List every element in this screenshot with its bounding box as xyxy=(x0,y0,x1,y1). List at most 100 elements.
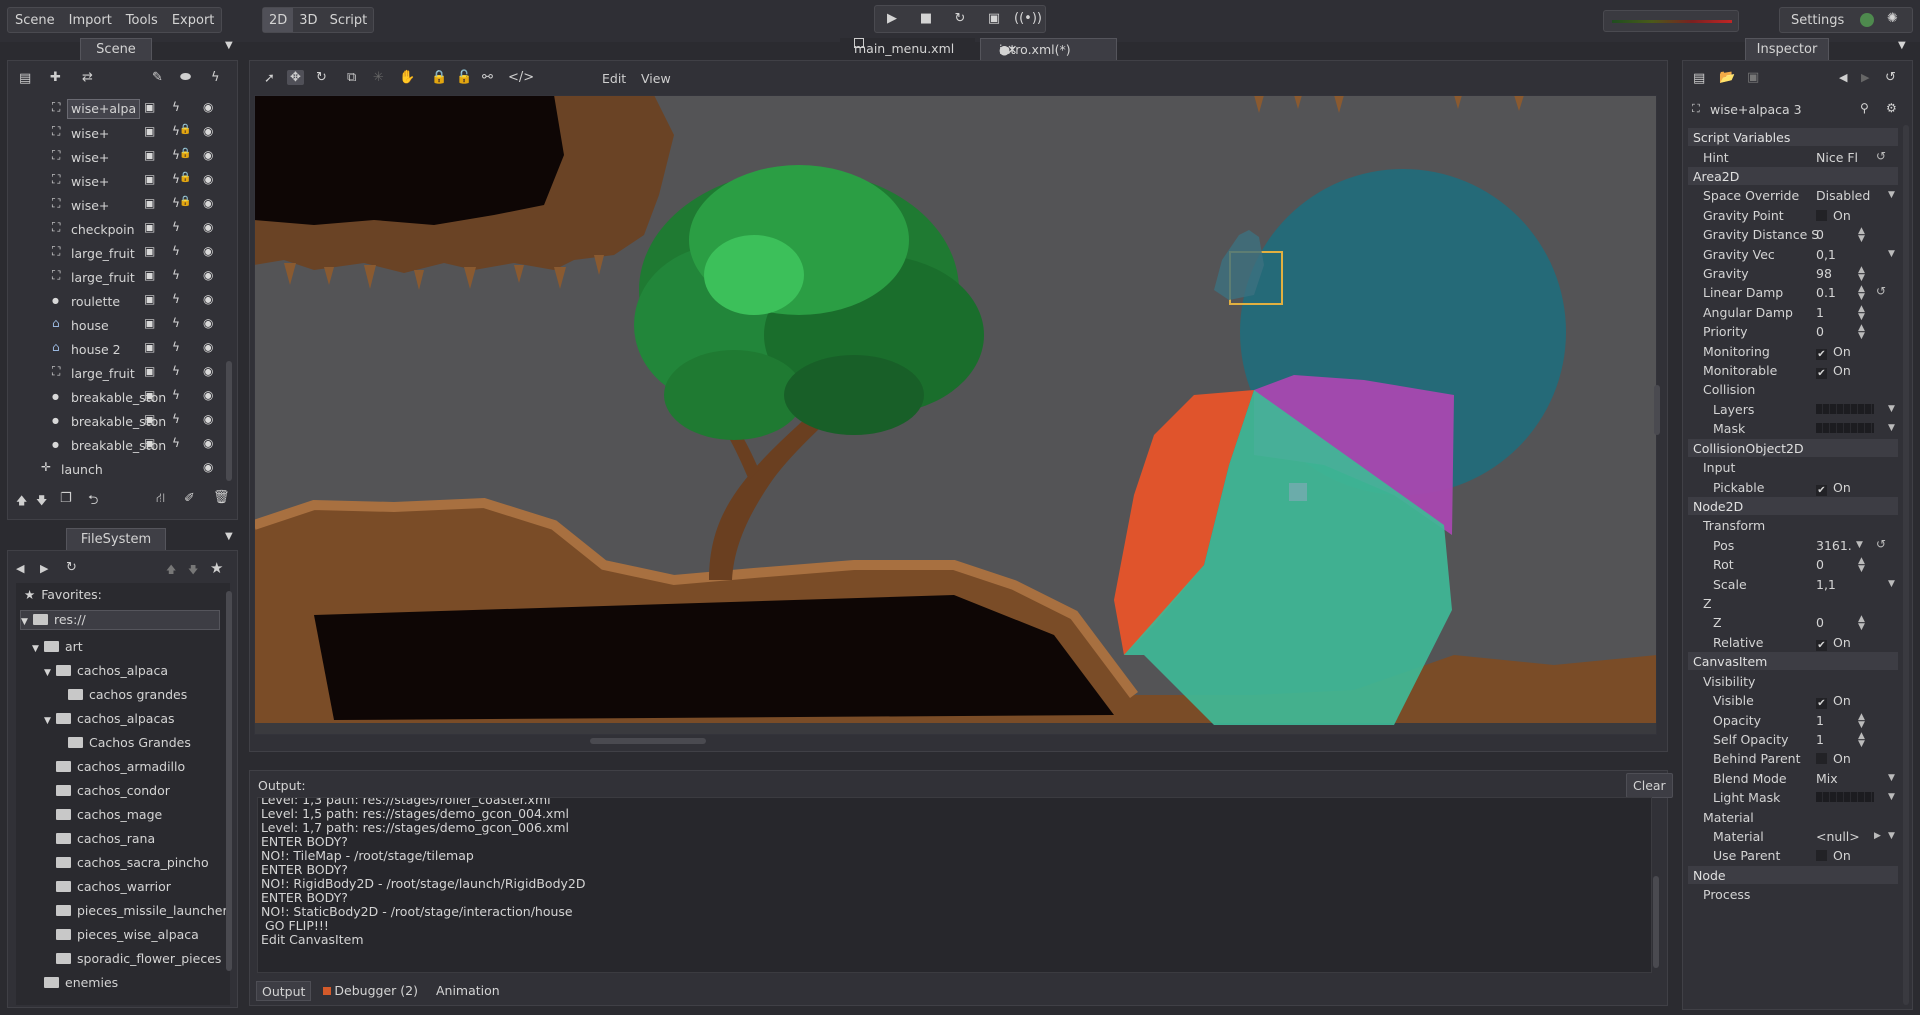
bones-icon[interactable]: ⚯ xyxy=(482,70,493,85)
scene-tree-node[interactable]: ⌂ house 2 ▣ ϟ ◉ xyxy=(8,337,228,361)
property-value[interactable]: Mix xyxy=(1816,771,1838,786)
checkbox[interactable]: ✔ xyxy=(1816,368,1827,379)
instance-icon[interactable]: ▣ xyxy=(144,364,155,378)
filesystem-scrollbar[interactable] xyxy=(226,591,232,971)
edit-menu[interactable]: Edit xyxy=(602,71,626,86)
scene-tree-node[interactable]: ● breakable_ston ▣ ϟ ◉ xyxy=(8,385,228,409)
scene-tree-scrollbar[interactable] xyxy=(226,361,232,481)
reset-icon[interactable]: ↺ xyxy=(1876,537,1886,551)
snap-icon[interactable]: ⧉ xyxy=(347,70,356,85)
instance-icon[interactable]: ▣ xyxy=(144,220,155,234)
visibility-eye-icon[interactable]: ◉ xyxy=(203,412,213,426)
property-value[interactable]: ✔ On xyxy=(1816,344,1851,360)
scene-tree-node[interactable]: ✛ launch ◉ xyxy=(8,457,228,477)
gear-icon[interactable]: ✺ xyxy=(1887,11,1898,26)
scene-tree-node[interactable]: ⛶ wise+alpa ▣ ϟ ◉ xyxy=(8,97,228,121)
history-forward-icon[interactable]: ▶ xyxy=(1861,71,1869,84)
checkbox[interactable]: ✔ xyxy=(1816,639,1827,651)
filesystem-panel-tab[interactable]: FileSystem xyxy=(66,528,166,550)
mode-script-button[interactable]: Script xyxy=(324,8,374,32)
property-value[interactable]: On xyxy=(1816,848,1851,863)
property-value[interactable]: Nice Fl xyxy=(1816,150,1858,165)
signal-icon[interactable]: ϟ xyxy=(172,340,180,354)
signal-icon[interactable]: ϟ xyxy=(172,244,180,258)
lock-icon[interactable]: 🔒 xyxy=(179,172,191,183)
dropdown-arrow-icon[interactable]: ▼ xyxy=(1888,831,1895,841)
property-value[interactable]: Disabled xyxy=(1816,188,1870,203)
visibility-eye-icon[interactable]: ◉ xyxy=(203,316,213,330)
instance-icon[interactable]: ▣ xyxy=(144,244,155,258)
file-tree-item[interactable]: ▼ cachos_alpaca xyxy=(44,659,168,683)
checkbox[interactable] xyxy=(1816,850,1827,862)
instance-icon[interactable]: ▣ xyxy=(144,388,155,402)
signal-icon[interactable]: ϟ xyxy=(172,268,180,282)
edit-icon[interactable]: ✐ xyxy=(184,491,195,506)
spinner-icon[interactable]: ▲ ▼ xyxy=(1858,557,1865,574)
search-icon[interactable]: ⚲ xyxy=(1860,101,1869,115)
visibility-eye-icon[interactable]: ◉ xyxy=(203,124,213,138)
inspector-section[interactable]: Script Variables xyxy=(1688,128,1898,146)
dropdown-arrow-icon[interactable]: ▼ xyxy=(1888,190,1895,200)
viewport-h-scrollbar[interactable] xyxy=(590,738,706,744)
inspector-section[interactable]: Node xyxy=(1688,865,1898,884)
spinner-icon[interactable]: ▲ ▼ xyxy=(1858,285,1865,302)
inspector-section[interactable]: Area2D xyxy=(1688,166,1898,185)
property-value[interactable] xyxy=(1816,421,1874,436)
signal-icon[interactable]: ϟ xyxy=(172,364,180,378)
pan-mode-icon[interactable]: ✋ xyxy=(399,70,415,85)
menu-export[interactable]: Export xyxy=(165,8,222,32)
new-resource-icon[interactable]: ▤ xyxy=(1693,71,1705,86)
file-tree-item[interactable]: cachos_rana xyxy=(44,827,155,851)
remote-debug-icon[interactable]: ((•)) xyxy=(1011,6,1045,32)
instance-icon[interactable]: ▣ xyxy=(144,124,155,138)
menu-tools[interactable]: Tools xyxy=(119,8,165,32)
dropdown-arrow-icon[interactable]: ▼ xyxy=(1888,773,1895,783)
file-tree-item[interactable]: cachos_armadillo xyxy=(44,755,185,779)
visibility-eye-icon[interactable]: ◉ xyxy=(203,268,213,282)
property-value[interactable]: ✔ On xyxy=(1816,635,1851,651)
add-node-icon[interactable]: ✚ xyxy=(50,70,61,85)
visibility-eye-icon[interactable]: ◉ xyxy=(203,292,213,306)
move-up-icon[interactable]: 🡅 xyxy=(16,492,27,511)
forward-icon[interactable]: ▶ xyxy=(40,562,48,575)
tab-debugger[interactable]: Debugger (2) xyxy=(317,981,424,1001)
layer-grid[interactable] xyxy=(1816,792,1874,803)
unlock-icon[interactable]: 🔓 xyxy=(456,70,472,85)
property-value[interactable]: ✔ On xyxy=(1816,363,1851,379)
scene-tree-node[interactable]: ⛶ checkpoin ▣ ϟ ◉ xyxy=(8,217,228,241)
property-value[interactable]: 1 xyxy=(1816,732,1824,747)
lock-icon[interactable]: 🔒 xyxy=(431,70,447,85)
stop-icon[interactable]: ■ xyxy=(909,6,943,32)
spinner-icon[interactable]: ▲ ▼ xyxy=(1858,266,1865,283)
expand-arrow-icon[interactable]: ▶ xyxy=(1874,831,1881,841)
visibility-eye-icon[interactable]: ◉ xyxy=(203,244,213,258)
scene-tree-node[interactable]: ⛶ large_fruit ▣ ϟ ◉ xyxy=(8,265,228,289)
checkbox[interactable]: ✔ xyxy=(1816,348,1827,360)
chevron-down-icon[interactable]: ▼ xyxy=(225,40,233,51)
clear-button[interactable]: Clear xyxy=(1626,773,1673,798)
checkbox[interactable]: ✔ xyxy=(1816,484,1827,496)
visibility-eye-icon[interactable]: ◉ xyxy=(203,364,213,378)
instance-icon[interactable]: ▣ xyxy=(144,100,155,114)
inspector-section[interactable]: CollisionObject2D xyxy=(1688,438,1898,457)
spinner-icon[interactable]: ▲ ▼ xyxy=(1858,304,1865,321)
visibility-eye-icon[interactable]: ◉ xyxy=(203,436,213,450)
favorites-item[interactable]: ★ Favorites: xyxy=(24,587,102,611)
expand-arrow-icon[interactable]: ▼ xyxy=(32,637,44,661)
lock-icon[interactable]: 🔒 xyxy=(179,148,191,159)
property-value[interactable] xyxy=(1816,790,1874,805)
property-value[interactable]: ✔ On xyxy=(1816,480,1851,496)
file-tree-item[interactable]: pieces_wise_alpaca xyxy=(44,923,199,947)
inspector-scrollbar[interactable] xyxy=(1903,125,1909,1005)
move-mode-icon[interactable]: ✥ xyxy=(287,70,304,85)
signal-icon[interactable]: ϟ xyxy=(172,220,180,234)
signal-icon[interactable]: ϟ xyxy=(172,436,180,450)
settings-button[interactable]: Settings ✺ xyxy=(1779,7,1913,33)
property-value[interactable]: 98 xyxy=(1816,266,1832,281)
property-value[interactable]: On xyxy=(1816,208,1851,223)
dropdown-arrow-icon[interactable]: ▼ xyxy=(1888,423,1895,433)
file-tree-item[interactable]: pieces_missile_launcher xyxy=(44,899,228,923)
history-icon[interactable]: ↺ xyxy=(1885,70,1896,85)
property-value[interactable]: <null> xyxy=(1816,829,1860,844)
scene-tree-node[interactable]: ● breakable_ston ▣ ϟ ◉ xyxy=(8,433,228,457)
